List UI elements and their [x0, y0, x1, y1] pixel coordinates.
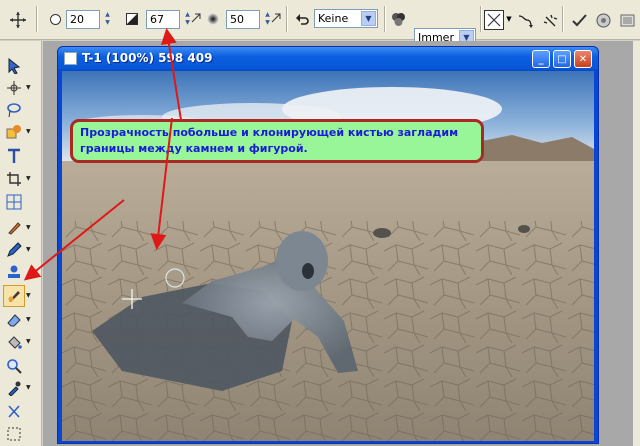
eraser-tool-icon[interactable] — [3, 309, 25, 331]
hardness-input[interactable] — [226, 9, 260, 29]
brush-tool-icon[interactable] — [3, 217, 25, 239]
opacity-swap-icon[interactable] — [190, 12, 202, 24]
mode-select[interactable]: Keine ▼ — [314, 9, 378, 28]
sparkle-icon[interactable] — [540, 11, 558, 29]
hardness-stepper[interactable]: ▲▼ — [226, 9, 274, 29]
pointer-tool-icon[interactable] — [3, 55, 25, 77]
grid-tool-icon[interactable] — [3, 191, 25, 213]
fill-tool-icon[interactable] — [3, 331, 25, 353]
image-window: T-1 (100%) 598 409 _ □ ✕ Прозрачность по… — [57, 46, 599, 444]
maximize-glyph: □ — [557, 53, 567, 65]
document-icon — [64, 52, 77, 65]
chevron-down-icon[interactable]: ▼ — [26, 384, 34, 394]
scissors-tool-icon[interactable] — [3, 401, 25, 423]
text-tool-icon[interactable] — [3, 145, 25, 167]
rock — [518, 225, 530, 233]
tools-palette: ▼ ▼ ▼ ▼ ▼ ▼ ▼ ▼ ▼ — [0, 41, 42, 446]
separator — [480, 6, 482, 32]
callout-text: Прозрачность побольше и клонирующей кист… — [80, 126, 459, 155]
pencil-tool-icon[interactable] — [3, 239, 25, 261]
mode-select-value: Keine — [318, 12, 349, 25]
minimize-button[interactable]: _ — [532, 50, 550, 68]
opacity-icon — [125, 12, 139, 26]
figure-mouth — [302, 263, 314, 279]
close-button[interactable]: ✕ — [574, 50, 592, 68]
chevron-down-icon[interactable]: ▼ — [361, 11, 376, 26]
rock — [373, 228, 391, 238]
size-spin-buttons[interactable]: ▲ ▼ — [101, 10, 114, 29]
curve-arrow-icon[interactable] — [516, 11, 534, 29]
chevron-down-icon[interactable]: ▼ — [26, 316, 34, 326]
presets-icon[interactable] — [594, 11, 612, 29]
separator — [562, 6, 564, 32]
opacity-input[interactable] — [146, 9, 180, 29]
chevron-down-icon[interactable]: ▼ — [26, 338, 34, 348]
blend-x-icon[interactable] — [484, 10, 504, 30]
separator — [36, 6, 38, 32]
lasso-tool-icon[interactable] — [3, 99, 25, 121]
shape-tool-icon[interactable] — [3, 121, 25, 143]
move-icon[interactable] — [8, 10, 28, 30]
stone-figure-head — [276, 231, 328, 291]
annotation-callout: Прозрачность побольше и клонирующей кист… — [70, 119, 484, 163]
clone-brush-icon[interactable] — [3, 285, 25, 307]
size-input[interactable] — [66, 9, 100, 29]
hardness-icon — [206, 12, 220, 26]
zoom-tool-icon[interactable] — [3, 355, 25, 377]
brush-shape-icon[interactable] — [48, 12, 62, 26]
chevron-down-icon[interactable]: ▼ — [505, 14, 513, 24]
undo-icon[interactable] — [294, 11, 310, 27]
color-mix-icon[interactable] — [390, 11, 406, 27]
chevron-down-icon[interactable]: ▼ — [26, 224, 34, 234]
checkmark-icon[interactable] — [570, 11, 588, 29]
separator — [384, 6, 386, 32]
chevron-down-icon[interactable]: ▼ — [26, 128, 34, 138]
image-window-title: T-1 (100%) 598 409 — [82, 51, 213, 65]
opacity-stepper[interactable]: ▲▼ — [146, 9, 194, 29]
reset-icon[interactable] — [618, 11, 636, 29]
chevron-down-icon[interactable]: ▼ — [26, 246, 34, 256]
minimize-glyph: _ — [538, 53, 544, 65]
chevron-down-icon[interactable]: ▼ — [26, 292, 34, 302]
maximize-button[interactable]: □ — [553, 50, 571, 68]
crop-tool-icon[interactable] — [3, 168, 25, 190]
image-window-titlebar[interactable]: T-1 (100%) 598 409 _ □ ✕ — [58, 47, 598, 71]
close-glyph: ✕ — [578, 53, 588, 65]
chevron-down-icon[interactable]: ▼ — [26, 175, 34, 185]
right-panel-edge — [633, 41, 640, 446]
hardness-swap-icon[interactable] — [270, 12, 282, 24]
tool-options-bar: ▲▼ ▲▼ ▲▼ Keine ▼ Immer ▼ ▼ — [0, 0, 640, 47]
eyedropper-tool-icon[interactable] — [3, 377, 25, 399]
chevron-down-icon[interactable]: ▼ — [26, 84, 34, 94]
stamp-tool-icon[interactable] — [3, 261, 25, 283]
size-stepper[interactable]: ▲▼ — [66, 9, 114, 29]
crosshair-tool-icon[interactable] — [3, 77, 25, 99]
separator — [286, 6, 288, 32]
pan-tool-icon[interactable] — [3, 423, 25, 445]
